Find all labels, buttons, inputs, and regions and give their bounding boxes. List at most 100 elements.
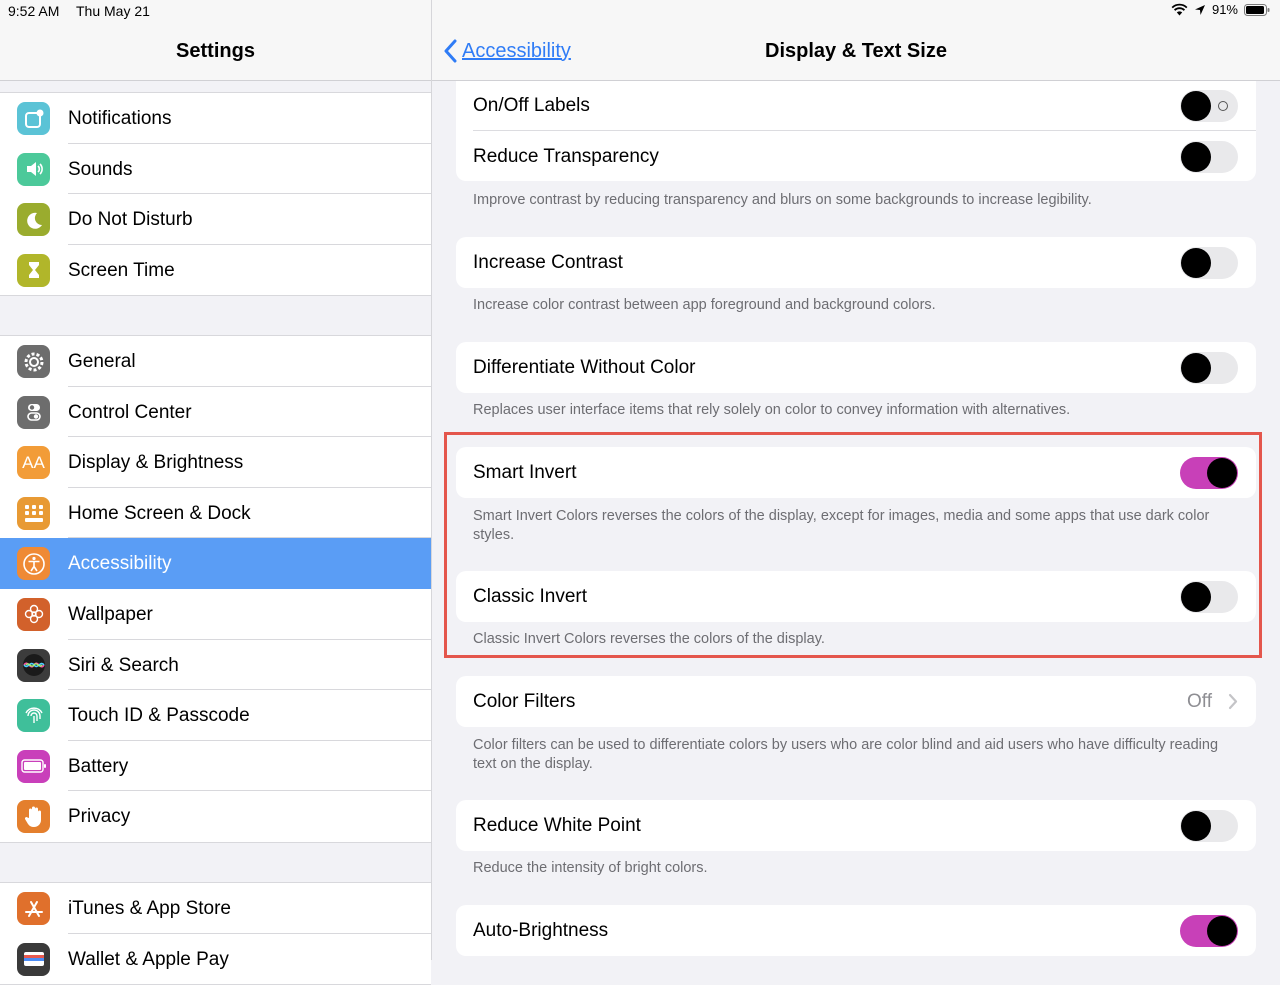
toggles-icon <box>17 395 50 429</box>
onoff-labels-toggle[interactable] <box>1180 90 1238 122</box>
status-time: 9:52 AM <box>8 3 60 19</box>
sidebar-item-sounds[interactable]: Sounds <box>0 144 431 195</box>
off-label-ring <box>1218 101 1228 111</box>
row-reduce-transparency: Reduce Transparency <box>456 131 1256 182</box>
app-grid-icon <box>17 496 50 530</box>
fingerprint-icon <box>17 699 50 733</box>
toggle-knob <box>1181 141 1211 172</box>
row-auto-brightness: Auto-Brightness <box>456 905 1256 956</box>
row-label: Reduce Transparency <box>473 145 659 167</box>
highlight-box <box>444 432 1262 658</box>
row-differentiate-without-color: Differentiate Without Color <box>456 342 1256 393</box>
row-label: Auto-Brightness <box>473 920 609 941</box>
sidebar-item-home-screen-dock[interactable]: Home Screen & Dock <box>0 488 431 539</box>
status-bar: 9:52 AM Thu May 21 91% <box>0 0 1280 24</box>
row-label: Increase Contrast <box>473 252 623 273</box>
sidebar-item-do-not-disturb[interactable]: Do Not Disturb <box>0 194 431 245</box>
reduce-transparency-toggle[interactable] <box>1180 140 1238 173</box>
siri-icon <box>17 648 50 682</box>
sidebar-item-touch-id[interactable]: Touch ID & Passcode <box>0 690 431 741</box>
row-label: Color Filters <box>473 691 576 712</box>
status-right: 91% <box>1171 2 1270 17</box>
moon-icon <box>17 203 50 237</box>
increase-contrast-toggle[interactable] <box>1180 247 1238 279</box>
card-increase-contrast: Increase Contrast <box>456 237 1256 288</box>
toggle-knob <box>1181 248 1211 278</box>
card-labels-transparency: On/Off Labels Reduce Transparency <box>456 80 1256 181</box>
chevron-right-icon <box>1228 693 1238 710</box>
sidebar-item-battery[interactable]: Battery <box>0 741 431 792</box>
toggle-knob <box>1181 811 1211 841</box>
toggle-knob <box>1181 353 1211 383</box>
accessibility-icon <box>17 547 50 581</box>
sidebar-group-1: Notifications Sounds Do Not Disturb Scre… <box>0 92 431 297</box>
sidebar-item-control-center[interactable]: Control Center <box>0 387 431 438</box>
settings-sidebar: Settings Notifications Sounds Do Not Dis… <box>0 0 432 985</box>
flower-icon <box>17 597 50 631</box>
status-date: Thu May 21 <box>76 3 150 19</box>
sidebar-item-wallpaper[interactable]: Wallpaper <box>0 589 431 640</box>
sidebar-item-notifications[interactable]: Notifications <box>0 93 431 144</box>
gear-icon <box>17 345 50 378</box>
toggle-knob <box>1181 91 1211 121</box>
row-reduce-white-point: Reduce White Point <box>456 800 1256 851</box>
sidebar-item-label: Screen Time <box>68 259 175 281</box>
reduce-white-point-toggle[interactable] <box>1180 810 1238 842</box>
row-onoff-labels: On/Off Labels <box>456 80 1256 131</box>
footer-contrast: Increase color contrast between app fore… <box>473 297 936 313</box>
footer-white-point: Reduce the intensity of bright colors. <box>473 860 708 876</box>
text-size-icon: AA <box>17 446 50 480</box>
sidebar-group-3: iTunes & App Store Wallet & Apple Pay <box>0 882 431 985</box>
sidebar-item-wallet[interactable]: Wallet & Apple Pay <box>0 934 431 985</box>
hand-icon <box>17 800 50 834</box>
sidebar-group-2: General Control Center AA Display & Brig… <box>0 335 431 843</box>
sidebar-item-label: Notifications <box>68 108 172 129</box>
sidebar-item-label: Battery <box>68 755 129 777</box>
sidebar-item-siri-search[interactable]: Siri & Search <box>0 640 431 691</box>
app-store-icon <box>17 892 50 925</box>
color-filters-value: Off <box>1187 691 1212 712</box>
row-color-filters[interactable]: Color Filters Off <box>456 676 1256 727</box>
sidebar-item-accessibility[interactable]: Accessibility <box>0 538 431 589</box>
card-reduce-white-point: Reduce White Point <box>456 800 1256 851</box>
sidebar-title: Settings <box>176 40 255 62</box>
footer-transparency: Improve contrast by reducing transparenc… <box>473 192 1092 208</box>
battery-percent: 91% <box>1211 2 1238 17</box>
notifications-icon <box>17 102 50 135</box>
auto-brightness-toggle[interactable] <box>1180 915 1238 947</box>
sidebar-item-general[interactable]: General <box>0 336 431 387</box>
row-label: Reduce White Point <box>473 815 641 836</box>
location-icon <box>1194 4 1205 15</box>
footer-differentiate: Replaces user interface items that rely … <box>473 402 1071 418</box>
wallet-icon <box>17 942 50 976</box>
page-title: Display & Text Size <box>765 40 947 62</box>
card-auto-brightness: Auto-Brightness <box>456 905 1256 956</box>
sidebar-item-privacy[interactable]: Privacy <box>0 791 431 842</box>
sidebar-item-label: Control Center <box>68 401 192 423</box>
row-label: Differentiate Without Color <box>473 357 696 378</box>
sidebar-item-screen-time[interactable]: Screen Time <box>0 245 431 296</box>
footer-color-filters: Color filters can be used to differentia… <box>473 737 1219 772</box>
differentiate-toggle[interactable] <box>1180 352 1238 384</box>
sidebar-item-label: Accessibility <box>68 553 172 575</box>
toggle-knob <box>1207 916 1237 946</box>
sidebar-item-label: Privacy <box>68 806 131 828</box>
sidebar-item-label: Siri & Search <box>68 654 179 676</box>
sidebar-item-label: General <box>68 351 136 372</box>
battery-icon <box>1244 3 1270 16</box>
sidebar-item-label: Sounds <box>68 158 133 180</box>
sidebar-item-label: Do Not Disturb <box>68 209 193 231</box>
card-differentiate: Differentiate Without Color <box>456 342 1256 393</box>
row-label: On/Off Labels <box>473 95 590 116</box>
sidebar-item-label: iTunes & App Store <box>68 898 232 919</box>
sidebar-item-label: Touch ID & Passcode <box>68 705 250 727</box>
battery-icon <box>17 749 50 783</box>
hourglass-icon <box>17 253 50 287</box>
speaker-icon <box>17 152 50 186</box>
sidebar-item-label: Home Screen & Dock <box>68 502 251 524</box>
card-color-filters: Color Filters Off <box>456 676 1256 727</box>
sidebar-item-itunes-app-store[interactable]: iTunes & App Store <box>0 883 431 934</box>
sidebar-item-label: Wallpaper <box>68 603 153 625</box>
sidebar-item-display-brightness[interactable]: AA Display & Brightness <box>0 437 431 488</box>
wifi-icon <box>1171 3 1188 16</box>
